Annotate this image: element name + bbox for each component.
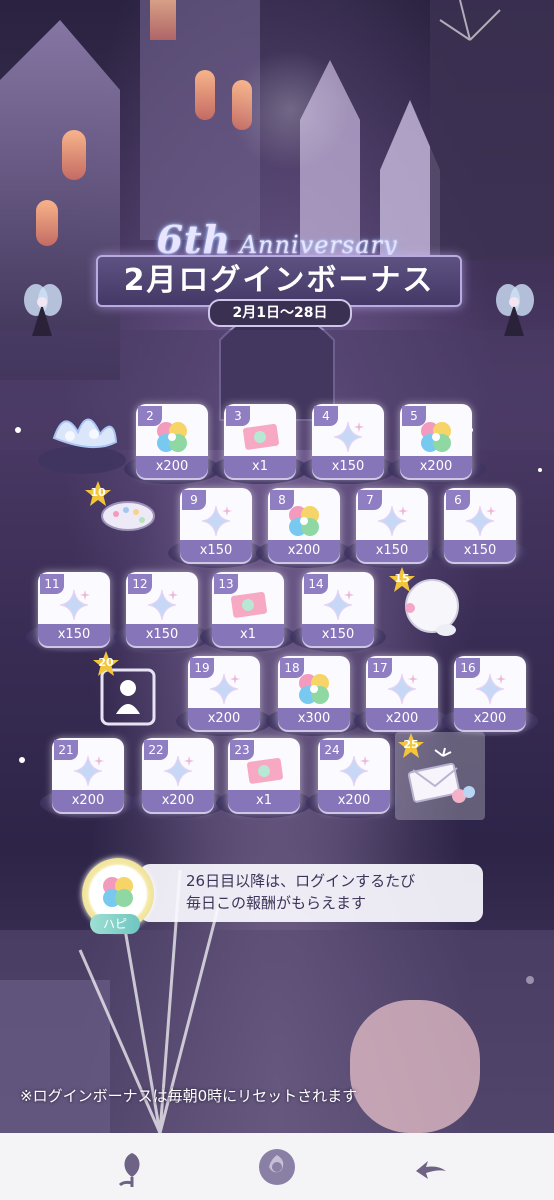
reward-quantity: x150 <box>302 624 374 646</box>
day-number: 6 <box>446 490 470 510</box>
event-period: 2月1日～28日 <box>208 299 352 327</box>
reward-quantity: x200 <box>188 708 260 730</box>
day-number: 16 <box>456 658 480 678</box>
day-7-card[interactable]: 7 x150 <box>356 488 428 562</box>
day-number: 4 <box>314 406 338 426</box>
rose-bud-button[interactable] <box>108 1143 156 1191</box>
day-number: 18 <box>280 658 304 678</box>
reward-quantity: x200 <box>400 456 472 478</box>
bonus-info-line2: 毎日この報酬がもらえます <box>186 894 367 912</box>
reward-quantity: x200 <box>454 708 526 730</box>
day-number: 11 <box>40 574 64 594</box>
day-8-card[interactable]: 8 x200 <box>268 488 340 562</box>
day-19-card[interactable]: 19 x200 <box>188 656 260 730</box>
day-13-card[interactable]: 13 x1 <box>212 572 284 646</box>
day-18-card[interactable]: 18 x300 <box>278 656 350 730</box>
reset-note: ※ログインボーナスは毎朝0時にリセットされます <box>20 1087 358 1105</box>
bottom-navigation-bar <box>0 1133 554 1200</box>
day-number: 14 <box>304 574 328 594</box>
rose-icon <box>259 1149 295 1185</box>
day-6-card[interactable]: 6 x150 <box>444 488 516 562</box>
reward-quantity: x150 <box>180 540 252 562</box>
day-21-card[interactable]: 21 x200 <box>52 738 124 812</box>
reward-quantity: x200 <box>268 540 340 562</box>
day-5-card[interactable]: 5 x200 <box>400 404 472 478</box>
reward-quantity: x200 <box>52 790 124 812</box>
day-2-card[interactable]: 2 x200 <box>136 404 208 478</box>
day-16-card[interactable]: 16 x200 <box>454 656 526 730</box>
reward-quantity: x300 <box>278 708 350 730</box>
reward-quantity: x1 <box>224 456 296 478</box>
reward-quantity: x1 <box>228 790 300 812</box>
event-title-banner: 6th Anniversary 2月ログインボーナス 2月1日～28日 <box>40 215 514 327</box>
reward-quantity: x150 <box>356 540 428 562</box>
day-number: 9 <box>182 490 206 510</box>
day15-item[interactable]: 15 <box>384 562 474 652</box>
day-number: 3 <box>226 406 250 426</box>
day25-item[interactable]: 25 <box>395 732 485 820</box>
rose-button[interactable] <box>253 1143 301 1191</box>
day-number: 23 <box>230 740 254 760</box>
day20-item[interactable]: 20 <box>88 646 168 736</box>
day-24-card[interactable]: 24 x200 <box>318 738 390 812</box>
reward-quantity: x150 <box>312 456 384 478</box>
day-number: 22 <box>144 740 168 760</box>
day-number: 21 <box>54 740 78 760</box>
reward-quantity: x150 <box>126 624 198 646</box>
reward-quantity: x1 <box>212 624 284 646</box>
day15-number: 15 <box>394 572 410 585</box>
day-number: 8 <box>270 490 294 510</box>
day-11-card[interactable]: 11 x150 <box>38 572 110 646</box>
day-number: 12 <box>128 574 152 594</box>
day-number: 19 <box>190 658 214 678</box>
day-4-card[interactable]: 4 x150 <box>312 404 384 478</box>
rose-bud-icon <box>118 1153 140 1187</box>
day-number: 2 <box>138 406 162 426</box>
day-number: 24 <box>320 740 344 760</box>
day10-item[interactable]: 10 <box>80 480 170 550</box>
day-17-card[interactable]: 17 x200 <box>366 656 438 730</box>
reward-quantity: x150 <box>444 540 516 562</box>
day-number: 7 <box>358 490 382 510</box>
day-9-card[interactable]: 9 x150 <box>180 488 252 562</box>
back-arrow-icon <box>416 1161 446 1179</box>
day20-number: 20 <box>98 656 114 669</box>
reward-quantity: x150 <box>38 624 110 646</box>
reward-quantity: x200 <box>366 708 438 730</box>
day10-number: 10 <box>90 486 106 499</box>
day1-crystal-flowers-icon <box>38 418 126 474</box>
bonus-info-line1: 26日目以降は、ログインするたび <box>186 872 416 890</box>
day-3-card[interactable]: 3 x1 <box>224 404 296 478</box>
day-number: 17 <box>368 658 392 678</box>
day-23-card[interactable]: 23 x1 <box>228 738 300 812</box>
hapi-tag: ハピ <box>90 914 140 934</box>
reward-quantity: x200 <box>318 790 390 812</box>
day-22-card[interactable]: 22 x200 <box>142 738 214 812</box>
clover-icon <box>103 877 133 907</box>
day-12-card[interactable]: 12 x150 <box>126 572 198 646</box>
day-14-card[interactable]: 14 x150 <box>302 572 374 646</box>
fairy-ornament-right-icon <box>496 284 534 336</box>
reward-quantity: x200 <box>142 790 214 812</box>
reward-quantity: x200 <box>136 456 208 478</box>
day-number: 5 <box>402 406 426 426</box>
back-button[interactable] <box>406 1143 454 1191</box>
day25-number: 25 <box>403 738 419 751</box>
fairy-ornament-left-icon <box>24 284 62 336</box>
bonus-info-box: 26日目以降は、ログインするたび 毎日この報酬がもらえます <box>140 864 483 922</box>
day-number: 13 <box>214 574 238 594</box>
